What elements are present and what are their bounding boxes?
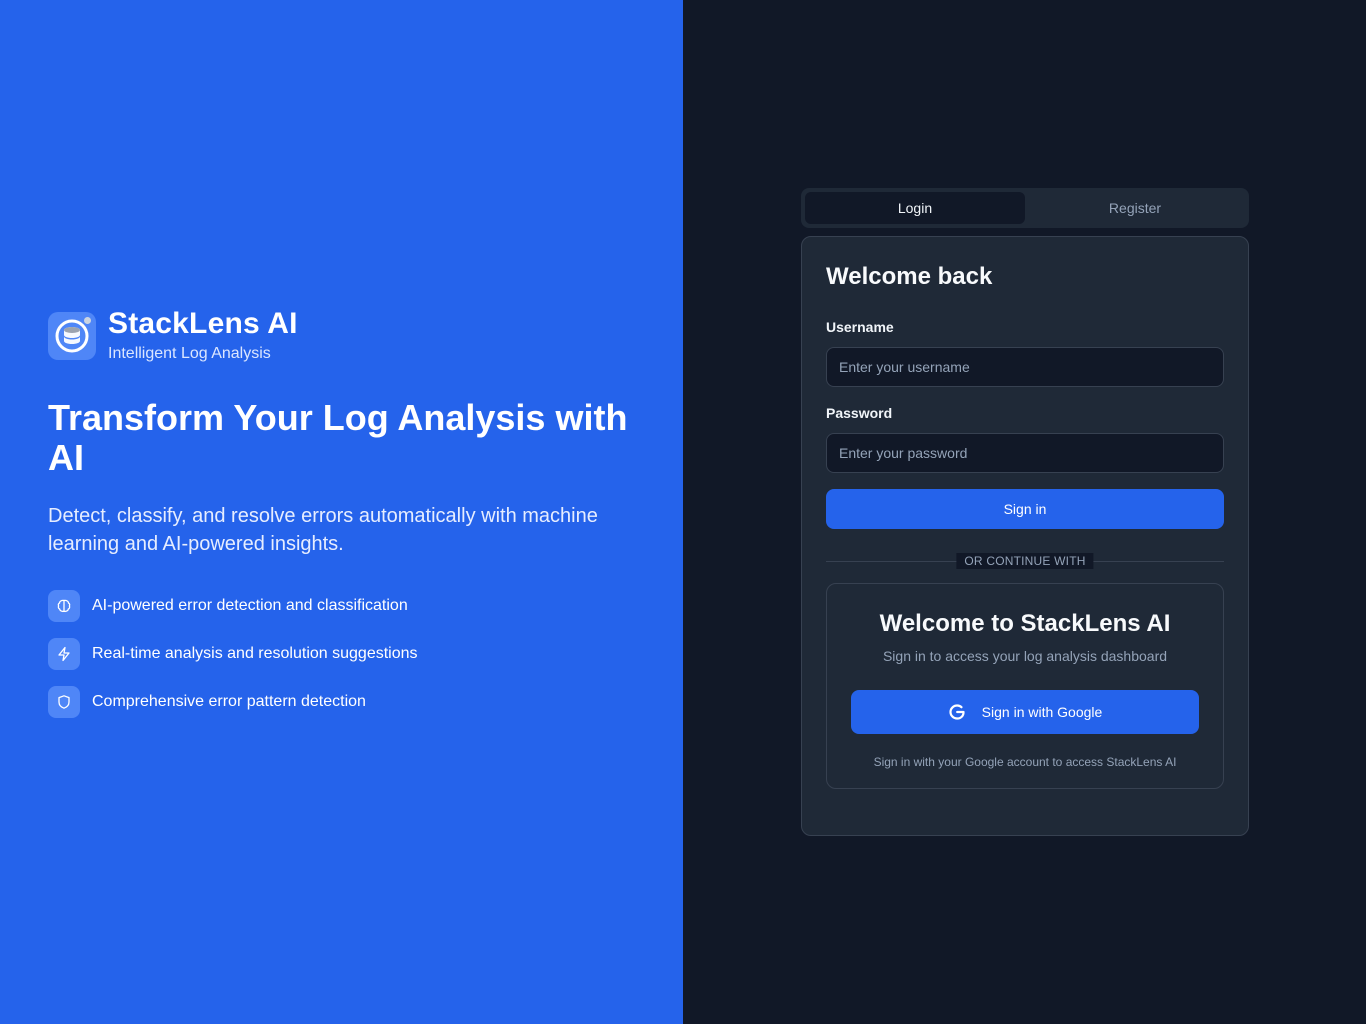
sso-note: Sign in with your Google account to acce… <box>873 755 1177 769</box>
google-sign-in-button[interactable]: Sign in with Google <box>851 690 1199 734</box>
tab-login[interactable]: Login <box>805 192 1025 224</box>
username-input[interactable] <box>826 347 1224 387</box>
sso-title: Welcome to StackLens AI <box>879 610 1171 637</box>
google-button-label: Sign in with Google <box>981 704 1103 720</box>
hero-description: Detect, classify, and resolve errors aut… <box>48 505 598 555</box>
hero-title: Transform Your Log Analysis with AI <box>48 397 628 478</box>
auth-panel: Login Register Welcome back Username Pas… <box>683 0 1366 1024</box>
shield-icon <box>48 686 80 718</box>
status-dot <box>84 317 91 324</box>
auth-tabs: Login Register <box>801 188 1249 228</box>
feature-item: Comprehensive error pattern detection <box>48 686 418 718</box>
sso-subtitle: Sign in to access your log analysis dash… <box>882 648 1168 664</box>
google-icon <box>948 703 966 721</box>
login-card: Welcome back Username Password Sign in O… <box>801 236 1249 836</box>
hero-panel: StackLens AI Intelligent Log Analysis Tr… <box>0 0 683 1024</box>
login-title: Welcome back <box>826 263 993 290</box>
database-stack-icon <box>48 312 96 360</box>
feature-text: AI-powered error detection and classific… <box>92 597 408 614</box>
divider: OR CONTINUE WITH <box>826 551 1224 571</box>
divider-text: OR CONTINUE WITH <box>956 553 1094 569</box>
password-label: Password <box>826 405 893 421</box>
login-page: StackLens AI Intelligent Log Analysis Tr… <box>0 0 1366 1024</box>
brand-header: StackLens AI Intelligent Log Analysis <box>48 306 298 366</box>
feature-list: AI-powered error detection and classific… <box>48 590 418 734</box>
brand-tagline: Intelligent Log Analysis <box>108 345 271 362</box>
feature-text: Real-time analysis and resolution sugges… <box>92 645 418 662</box>
username-label: Username <box>826 319 894 335</box>
brain-icon <box>48 590 80 622</box>
feature-item: AI-powered error detection and classific… <box>48 590 418 622</box>
sso-box: Welcome to StackLens AI Sign in to acces… <box>826 583 1224 789</box>
feature-text: Comprehensive error pattern detection <box>92 693 366 710</box>
brand-text: StackLens AI Intelligent Log Analysis <box>108 306 298 366</box>
lightning-icon <box>48 638 80 670</box>
feature-item: Real-time analysis and resolution sugges… <box>48 638 418 670</box>
password-input[interactable] <box>826 433 1224 473</box>
sign-in-button[interactable]: Sign in <box>826 489 1224 529</box>
brand-name: StackLens AI <box>108 307 298 340</box>
tab-register[interactable]: Register <box>1025 192 1245 224</box>
